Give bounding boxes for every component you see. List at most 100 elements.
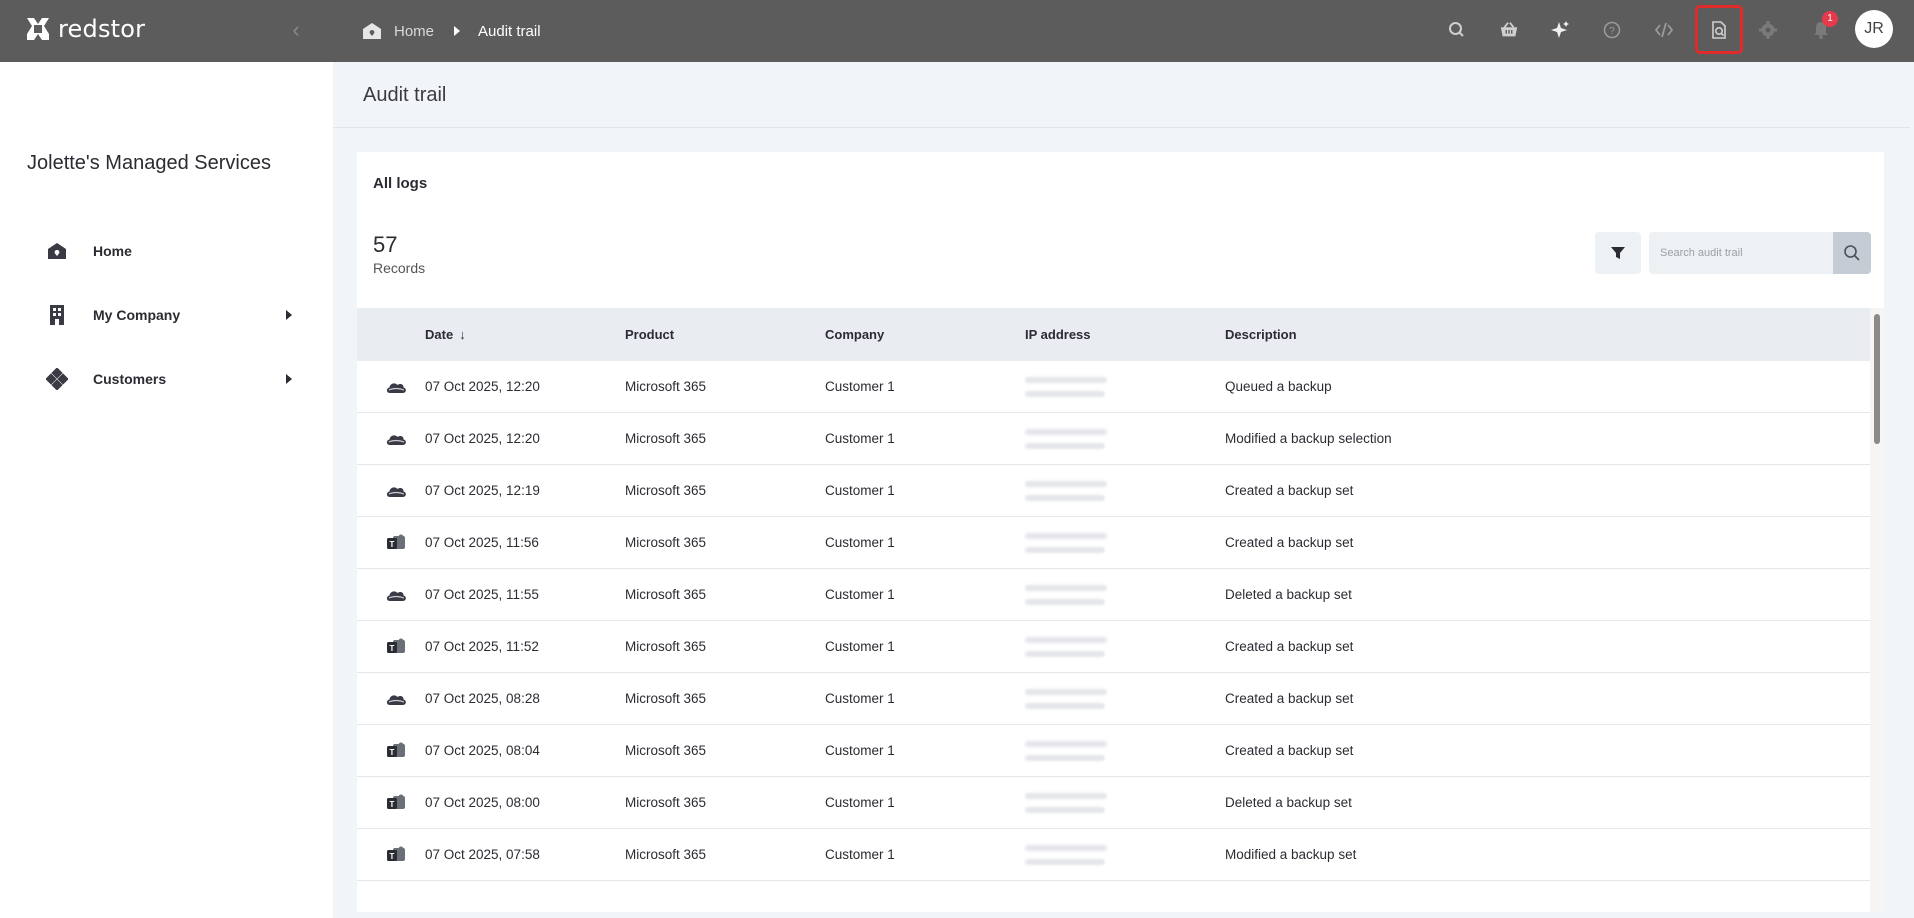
- gear-icon[interactable]: [1749, 11, 1787, 49]
- cell-ip-redacted: [1017, 777, 1225, 828]
- cloud-icon: [357, 692, 425, 706]
- table-row[interactable]: T 07 Oct 2025, 08:00 Microsoft 365 Customer…: [357, 777, 1870, 829]
- sidebar-item-customers[interactable]: Customers: [46, 364, 296, 394]
- table-row[interactable]: T 07 Oct 2025, 11:56 Microsoft 365 Customer…: [357, 517, 1870, 569]
- cell-product: Microsoft 365: [625, 535, 707, 550]
- sort-down-icon[interactable]: ↓: [459, 327, 466, 342]
- home-icon[interactable]: [362, 22, 382, 40]
- teams-icon: T: [357, 846, 425, 864]
- organization-name: Jolette's Managed Services: [27, 152, 271, 174]
- teams-icon: T: [357, 638, 425, 656]
- cell-company: Customer 1: [825, 743, 895, 758]
- sparkle-icon[interactable]: [1541, 11, 1579, 49]
- cell-date: 07 Oct 2025, 08:28: [425, 691, 540, 706]
- collapse-sidebar-icon[interactable]: ‹: [282, 16, 310, 44]
- cell-description: Created a backup set: [1225, 639, 1354, 654]
- cell-product: Microsoft 365: [625, 587, 707, 602]
- avatar[interactable]: JR: [1855, 10, 1893, 48]
- table-row[interactable]: 07 Oct 2025, 12:20 Microsoft 365 Customer …: [357, 361, 1870, 413]
- cell-date: 07 Oct 2025, 08:04: [425, 743, 540, 758]
- column-ip[interactable]: IP address: [1025, 308, 1225, 361]
- column-company[interactable]: Company: [825, 327, 1025, 342]
- cell-product: Microsoft 365: [625, 847, 707, 862]
- cloud-icon: [357, 432, 425, 446]
- records-count: 57: [373, 232, 398, 257]
- highlight-annotation: [1695, 5, 1743, 54]
- redstor-logo[interactable]: redstor: [24, 14, 145, 44]
- teams-icon: T: [357, 742, 425, 760]
- svg-text:T: T: [390, 748, 395, 757]
- cell-product: Microsoft 365: [625, 691, 707, 706]
- cell-ip-redacted: [1017, 725, 1225, 776]
- cell-ip-redacted: [1017, 569, 1225, 620]
- page-title: Audit trail: [363, 84, 447, 106]
- home-icon: [46, 240, 68, 262]
- cell-company: Customer 1: [825, 535, 895, 550]
- app-name: redstor: [58, 15, 146, 43]
- cell-date: 07 Oct 2025, 11:52: [425, 639, 539, 654]
- notification-badge: 1: [1822, 11, 1838, 27]
- cloud-icon: [357, 588, 425, 602]
- svg-text:T: T: [390, 540, 395, 549]
- table-row[interactable]: 07 Oct 2025, 12:19 Microsoft 365 Customer …: [357, 465, 1870, 517]
- column-description[interactable]: Description: [1225, 327, 1870, 342]
- cell-date: 07 Oct 2025, 12:19: [425, 483, 540, 498]
- cell-ip-redacted: [1017, 361, 1225, 412]
- filter-button[interactable]: [1595, 232, 1641, 274]
- caret-right-icon[interactable]: [286, 310, 292, 320]
- help-icon[interactable]: ?: [1593, 11, 1631, 49]
- svg-text:T: T: [390, 800, 395, 809]
- cell-company: Customer 1: [825, 431, 895, 446]
- code-icon[interactable]: [1645, 11, 1683, 49]
- main-content: Audit trail All logs 57 Records Date↓ Pr…: [333, 62, 1910, 918]
- cell-description: Created a backup set: [1225, 535, 1354, 550]
- records-label: Records: [373, 260, 426, 276]
- cloud-icon: [357, 380, 425, 394]
- sidebar-item-my-company[interactable]: My Company: [46, 300, 296, 330]
- cell-company: Customer 1: [825, 795, 895, 810]
- search-icon[interactable]: [1438, 11, 1476, 49]
- table-row[interactable]: 07 Oct 2025, 11:55 Microsoft 365 Customer …: [357, 569, 1870, 621]
- table-body: 07 Oct 2025, 12:20 Microsoft 365 Customer …: [357, 361, 1870, 881]
- cell-product: Microsoft 365: [625, 639, 707, 654]
- cell-product: Microsoft 365: [625, 743, 707, 758]
- cell-date: 07 Oct 2025, 12:20: [425, 379, 540, 394]
- table-row[interactable]: 07 Oct 2025, 08:28 Microsoft 365 Customer …: [357, 673, 1870, 725]
- table-row[interactable]: T 07 Oct 2025, 08:04 Microsoft 365 Customer…: [357, 725, 1870, 777]
- caret-right-icon[interactable]: [286, 374, 292, 384]
- breadcrumb-separator-icon: [454, 26, 461, 36]
- cell-company: Customer 1: [825, 639, 895, 654]
- cell-date: 07 Oct 2025, 08:00: [425, 795, 540, 810]
- table-row[interactable]: T 07 Oct 2025, 11:52 Microsoft 365 Customer…: [357, 621, 1870, 673]
- sidebar-item-home[interactable]: Home: [46, 236, 296, 266]
- search-input[interactable]: [1649, 232, 1833, 274]
- column-date[interactable]: Date ↓: [425, 327, 625, 342]
- teams-icon: T: [357, 534, 425, 552]
- cell-description: Created a backup set: [1225, 743, 1354, 758]
- cell-product: Microsoft 365: [625, 483, 707, 498]
- search-icon: [1844, 245, 1860, 261]
- cell-company: Customer 1: [825, 691, 895, 706]
- breadcrumb: Home Audit trail: [362, 18, 541, 44]
- cell-date: 07 Oct 2025, 11:55: [425, 587, 539, 602]
- svg-text:T: T: [390, 852, 395, 861]
- table-row[interactable]: T 07 Oct 2025, 07:58 Microsoft 365 Customer…: [357, 829, 1870, 881]
- search-button[interactable]: [1833, 232, 1871, 274]
- cloud-icon: [357, 484, 425, 498]
- cell-product: Microsoft 365: [625, 379, 707, 394]
- table-scrollbar[interactable]: [1870, 308, 1884, 912]
- cell-company: Customer 1: [825, 483, 895, 498]
- breadcrumb-home[interactable]: Home: [394, 23, 434, 40]
- sidebar: Jolette's Managed Services Home My Compa…: [0, 62, 333, 918]
- table-row[interactable]: 07 Oct 2025, 12:20 Microsoft 365 Customer …: [357, 413, 1870, 465]
- teams-icon: T: [357, 794, 425, 812]
- building-icon: [46, 304, 68, 326]
- top-bar: redstor ‹ Home Audit trail ? 1 JR: [0, 0, 1914, 62]
- sidebar-item-label: Customers: [93, 371, 167, 387]
- cell-product: Microsoft 365: [625, 431, 707, 446]
- scrollbar-thumb[interactable]: [1874, 314, 1880, 444]
- basket-icon[interactable]: [1490, 11, 1528, 49]
- cell-description: Created a backup set: [1225, 691, 1354, 706]
- cell-description: Queued a backup: [1225, 379, 1332, 394]
- column-product[interactable]: Product: [625, 327, 825, 342]
